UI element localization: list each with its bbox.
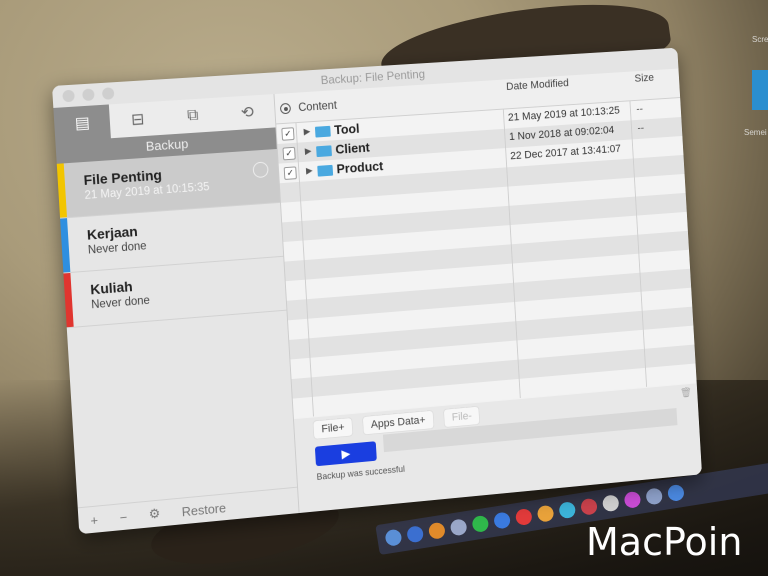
- dock-app-icon[interactable]: [406, 525, 425, 544]
- status-text: Backup was successful: [316, 463, 406, 482]
- archive-box-icon: ⊟: [130, 111, 145, 129]
- duplicate-icon: ⧉: [186, 106, 199, 125]
- content-pane: Content Date Modified Size ✓ ▶ Tool 21 M…: [274, 68, 702, 513]
- folder-icon: [317, 164, 334, 177]
- color-tag: [60, 218, 71, 273]
- dock-app-icon[interactable]: [623, 490, 642, 509]
- dock-app-icon[interactable]: [384, 528, 403, 547]
- dock-app-icon[interactable]: [579, 497, 599, 516]
- item-date: 21 May 2019 at 10:13:25: [507, 104, 621, 124]
- disclosure-triangle-icon[interactable]: ▶: [306, 165, 313, 176]
- item-size: --: [636, 103, 644, 116]
- tab-archive[interactable]: ⊟: [109, 100, 167, 139]
- remove-button[interactable]: −: [119, 509, 127, 525]
- dock-app-icon[interactable]: [449, 518, 468, 537]
- gear-icon[interactable]: ⚙: [148, 506, 160, 523]
- clock-icon[interactable]: [252, 161, 269, 179]
- sidebar: ▤ ⊟ ⧉ ⟲ Backup File Penting 21 May 2019 …: [53, 94, 300, 535]
- tab-clone[interactable]: ⧉: [164, 97, 222, 135]
- table-body: ✓ ▶ Tool 21 May 2019 at 10:13:25 -- ✓ ▶ …: [276, 97, 697, 419]
- color-tag: [63, 272, 74, 328]
- watermark-logo: MacPoin: [586, 520, 743, 564]
- backup-window: Backup: File Penting ▤ ⊟ ⧉ ⟲ Backup File…: [52, 47, 702, 535]
- column-header-content[interactable]: Content: [298, 100, 337, 114]
- folder-icon: [316, 145, 332, 158]
- desktop-icon-label[interactable]: Scre: [752, 35, 768, 44]
- dock-app-icon[interactable]: [601, 494, 620, 513]
- sync-icon: ⟲: [240, 104, 255, 122]
- disclosure-triangle-icon[interactable]: ▶: [305, 146, 312, 157]
- restore-button[interactable]: Restore: [181, 500, 226, 519]
- dock-app-icon[interactable]: [558, 500, 577, 520]
- desktop-icon-label[interactable]: Semei: [744, 128, 767, 137]
- disclosure-triangle-icon[interactable]: ▶: [303, 126, 310, 137]
- tab-sync[interactable]: ⟲: [219, 94, 276, 131]
- dock-app-icon[interactable]: [536, 504, 555, 523]
- dock-app-icon[interactable]: [666, 483, 686, 503]
- add-file-button[interactable]: File+: [313, 417, 353, 439]
- folder-icon: [314, 125, 331, 138]
- dock-app-icon[interactable]: [514, 507, 533, 527]
- include-checkbox[interactable]: ✓: [282, 146, 296, 161]
- dock-app-icon[interactable]: [492, 511, 512, 530]
- select-all-icon[interactable]: [279, 102, 292, 115]
- column-header-date[interactable]: Date Modified: [506, 77, 569, 93]
- item-date: 1 Nov 2018 at 09:02:04: [508, 124, 615, 143]
- item-name: Product: [336, 158, 384, 177]
- run-backup-button[interactable]: ▶: [314, 441, 377, 467]
- dock-app-icon[interactable]: [427, 521, 447, 540]
- item-name: Client: [334, 139, 371, 157]
- dock-app-icon[interactable]: [471, 514, 490, 534]
- item-date: 22 Dec 2017 at 13:41:07: [509, 143, 622, 163]
- remove-file-button[interactable]: File-: [443, 406, 480, 428]
- item-size: --: [637, 122, 645, 135]
- item-name: Tool: [333, 120, 360, 138]
- add-button[interactable]: +: [90, 512, 98, 528]
- include-checkbox[interactable]: ✓: [281, 127, 295, 141]
- column-header-size[interactable]: Size: [634, 72, 654, 85]
- dock-app-icon[interactable]: [645, 487, 664, 506]
- desktop-folder-icon[interactable]: [752, 70, 768, 110]
- trash-icon[interactable]: 🗑: [680, 388, 692, 399]
- color-tag: [56, 163, 67, 218]
- tab-backup[interactable]: ▤: [53, 104, 112, 142]
- drawer-icon: ▤: [74, 114, 91, 133]
- include-checkbox[interactable]: ✓: [283, 166, 297, 180]
